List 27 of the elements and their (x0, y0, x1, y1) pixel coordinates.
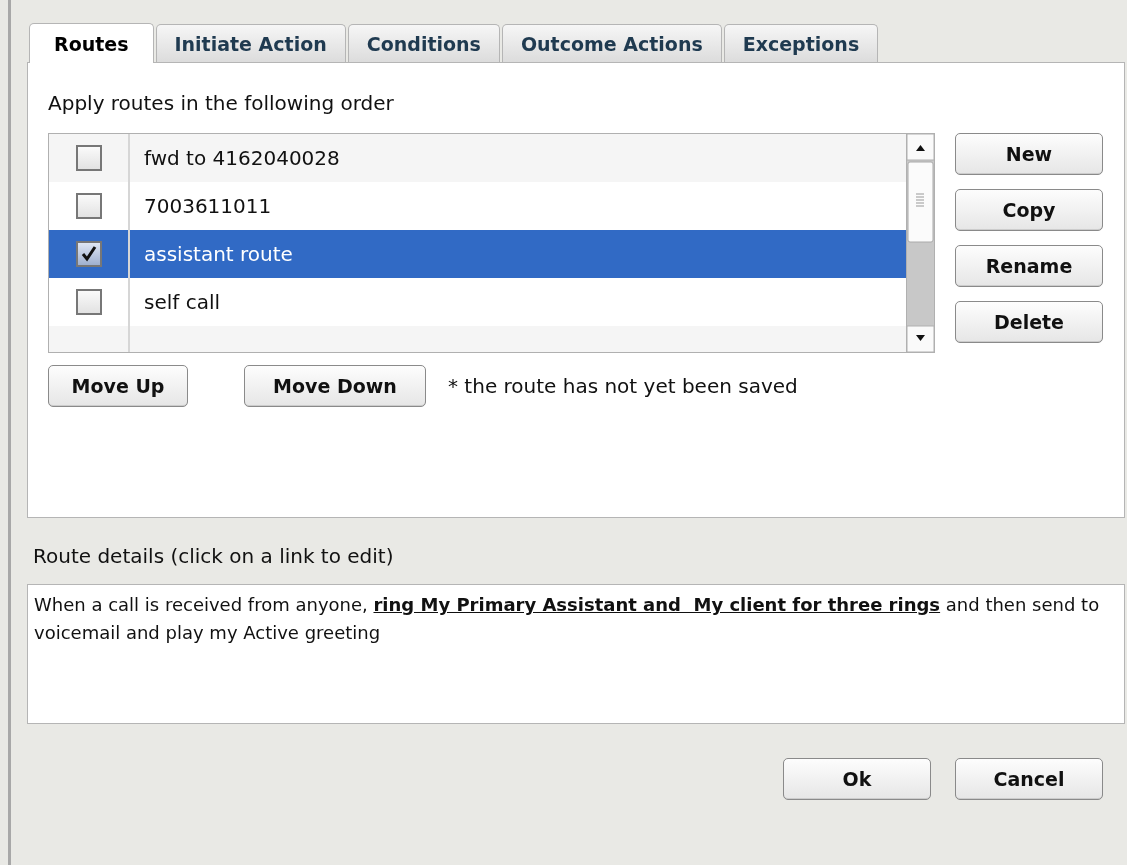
route-row[interactable]: self call (49, 278, 906, 326)
new-button[interactable]: New (955, 133, 1103, 175)
move-down-button[interactable]: Move Down (244, 365, 426, 407)
rename-button[interactable]: Rename (955, 245, 1103, 287)
route-row[interactable]: 7003611011 (49, 182, 906, 230)
delete-button[interactable]: Delete (955, 301, 1103, 343)
tab[interactable]: Conditions (347, 24, 500, 62)
check-icon (79, 245, 98, 263)
checkbox[interactable] (75, 289, 102, 315)
checkbox[interactable] (75, 193, 102, 219)
tab[interactable]: Outcome Actions (501, 24, 722, 62)
details-link[interactable]: ring My Primary Assistant and My client for three rings (373, 594, 941, 615)
tab[interactable]: Routes (29, 23, 154, 63)
list-heading: Apply routes in the following order (48, 91, 395, 115)
move-up-button[interactable]: Move Up (48, 365, 188, 407)
route-details-text: When a call is received from anyone, ring My Primary Assistant and My client for three rings and then send to voicemail and play my Active greeting (34, 594, 1100, 643)
route-row[interactable]: assistant route (49, 230, 906, 278)
scrollbar[interactable] (906, 134, 934, 352)
checkbox[interactable] (75, 145, 102, 171)
checkbox[interactable] (75, 241, 102, 267)
cancel-button[interactable]: Cancel (955, 758, 1103, 800)
tab[interactable]: Exceptions (723, 24, 879, 62)
unsaved-note: * the route has not yet been saved (448, 374, 798, 398)
details-label: Route details (click on a link to edit) (33, 544, 395, 568)
copy-button[interactable]: Copy (955, 189, 1103, 231)
tab[interactable]: Initiate Action (155, 24, 346, 62)
ok-button[interactable]: Ok (783, 758, 931, 800)
